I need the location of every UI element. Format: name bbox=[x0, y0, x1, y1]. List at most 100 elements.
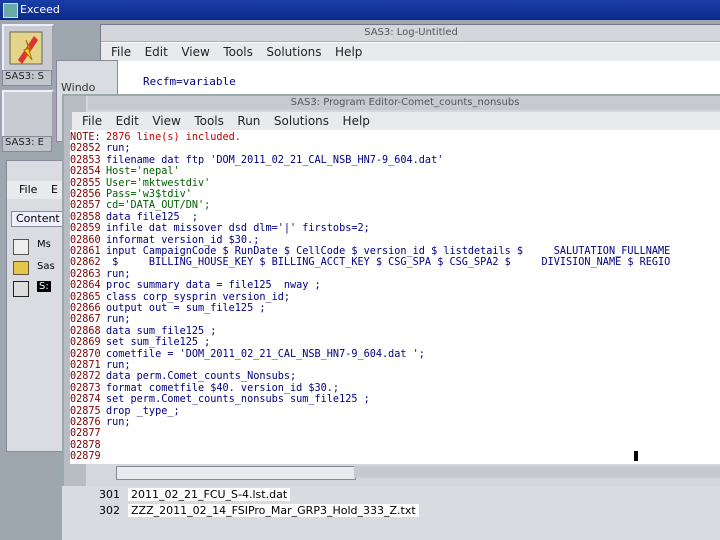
log-menu-file[interactable]: File bbox=[111, 43, 131, 61]
line-number: 02869 bbox=[70, 337, 101, 349]
horizontal-scrollbar-thumb[interactable] bbox=[116, 466, 356, 480]
explorer-menu-file[interactable]: File bbox=[19, 183, 37, 196]
log-menu-view[interactable]: View bbox=[181, 43, 209, 61]
explorer-item-1[interactable]: Ms bbox=[37, 239, 51, 250]
text-cursor bbox=[634, 451, 638, 461]
horizontal-scrollbar-track[interactable] bbox=[354, 466, 720, 478]
program-editor-title[interactable]: SAS3: Program Editor-Comet_counts_nonsub… bbox=[88, 96, 720, 110]
exceed-title-bar: Exceed bbox=[0, 0, 720, 20]
line-number: 02867 bbox=[70, 314, 101, 326]
dock-label-sas3-e[interactable]: SAS3: E bbox=[2, 136, 52, 152]
code-text: 2876 line(s) included. bbox=[106, 132, 241, 143]
code-line[interactable]: 02858 data file125 ; bbox=[70, 212, 198, 223]
code-text: User='mktwestdiv' bbox=[106, 177, 211, 189]
code-line[interactable]: 02874 set perm.Comet_counts_nonsubs sum_f… bbox=[70, 394, 370, 405]
log-line: Recfm=variable bbox=[143, 75, 236, 88]
line-number: 02875 bbox=[70, 405, 101, 417]
code-line[interactable]: 02856 Pass='w3$tdiv' bbox=[70, 189, 192, 200]
code-line[interactable]: 02862 $ BILLING_HOUSE_KEY $ BILLING_ACCT… bbox=[70, 257, 670, 268]
library-icon bbox=[13, 239, 29, 255]
line-number: 02852 bbox=[70, 143, 101, 155]
pe-menu-tools[interactable]: Tools bbox=[194, 112, 224, 130]
code-text: data sum_file125 ; bbox=[106, 325, 217, 337]
code-text: proc summary data = file125 nway ; bbox=[106, 280, 321, 292]
file-list: 301 2011_02_21_FCU_S-4.lst.dat 302 ZZZ_2011… bbox=[62, 486, 720, 540]
sas-window-thumb-icon[interactable] bbox=[2, 90, 54, 142]
code-line[interactable]: 02873 format cometfile $40. version_id $3… bbox=[70, 383, 339, 394]
line-number: 02856 bbox=[70, 189, 101, 200]
code-line[interactable]: 02879 bbox=[70, 451, 106, 462]
code-line[interactable]: 02871 run; bbox=[70, 360, 131, 371]
log-window-title[interactable]: SAS3: Log-Untitled bbox=[101, 25, 720, 42]
pe-menu-view[interactable]: View bbox=[152, 112, 180, 130]
log-menu-edit[interactable]: Edit bbox=[145, 43, 168, 61]
code-editor[interactable]: NOTE: 2876 line(s) included. 02852 run; 0285… bbox=[70, 130, 720, 464]
line-number: 02854 bbox=[70, 166, 101, 178]
dock-label-sas3-s[interactable]: SAS3: S bbox=[2, 70, 52, 86]
code-line[interactable]: 02857 cd='DATA_OUT/DN'; bbox=[70, 200, 210, 211]
code-line[interactable]: 02877 bbox=[70, 428, 106, 439]
code-text: Pass='w3$tdiv' bbox=[106, 189, 192, 200]
background-window-text: Windo bbox=[61, 81, 96, 94]
code-line[interactable]: 02861 input CampaignCode $ RunDate $ Cell… bbox=[70, 246, 670, 257]
line-number: 02863 bbox=[70, 268, 101, 280]
line-number: 02879 bbox=[70, 451, 101, 463]
code-text: set perm.Comet_counts_nonsubs sum_file12… bbox=[106, 394, 370, 406]
log-menu-help[interactable]: Help bbox=[335, 43, 362, 61]
sas-launcher-icon[interactable] bbox=[2, 24, 54, 76]
code-line[interactable]: 02868 data sum_file125 ; bbox=[70, 326, 216, 337]
list-item[interactable]: 302 ZZZ_2011_02_14_FSIPro_Mar_GRP3_Hold_3… bbox=[62, 504, 720, 520]
line-number: 02862 bbox=[70, 257, 101, 269]
code-text: run; bbox=[106, 314, 131, 326]
code-line[interactable]: 02860 informat version_id $30.; bbox=[70, 235, 259, 246]
code-line[interactable]: 02865 class corp_sysprin version_id; bbox=[70, 292, 290, 303]
list-item-value: 2011_02_21_FCU_S-4.lst.dat bbox=[128, 488, 291, 501]
code-line[interactable]: 02863 run; bbox=[70, 269, 131, 280]
code-line[interactable]: 02872 data perm.Comet_counts_Nonsubs; bbox=[70, 371, 296, 382]
code-line[interactable]: 02875 drop _type_; bbox=[70, 406, 180, 417]
code-text: run; bbox=[106, 417, 131, 428]
code-text: output out = sum_file125 ; bbox=[106, 303, 266, 314]
code-line[interactable]: 02869 set sum_file125 ; bbox=[70, 337, 210, 348]
explorer-item-3[interactable]: S: bbox=[37, 281, 51, 292]
code-line[interactable]: 02855 User='mktwestdiv' bbox=[70, 178, 210, 189]
code-text: run; bbox=[106, 268, 131, 280]
list-item-number: 301 bbox=[99, 488, 120, 501]
log-menu-solutions[interactable]: Solutions bbox=[266, 43, 321, 61]
code-text: input CampaignCode $ RunDate $ CellCode … bbox=[106, 246, 671, 257]
line-number: 02877 bbox=[70, 428, 101, 440]
pe-menu-help[interactable]: Help bbox=[343, 112, 370, 130]
code-line[interactable]: 02876 run; bbox=[70, 417, 131, 428]
program-editor-window[interactable]: SAS3: Program Editor-Comet_counts_nonsub… bbox=[62, 94, 720, 498]
code-line[interactable]: 02859 infile dat missover dsd dlm='|' fir… bbox=[70, 223, 370, 234]
code-text: filename dat ftp 'DOM_2011_02_21_CAL_NSB… bbox=[106, 154, 444, 166]
code-line[interactable]: 02854 Host='nepal' bbox=[70, 166, 180, 177]
code-line[interactable]: 02866 output out = sum_file125 ; bbox=[70, 303, 265, 314]
code-line[interactable]: NOTE: 2876 line(s) included. bbox=[70, 132, 241, 143]
list-item[interactable]: 301 2011_02_21_FCU_S-4.lst.dat bbox=[62, 488, 720, 504]
line-number: 02865 bbox=[70, 291, 101, 303]
log-menu-tools[interactable]: Tools bbox=[223, 43, 253, 61]
code-line[interactable]: 02853 filename dat ftp 'DOM_2011_02_21_CA… bbox=[70, 155, 443, 166]
pe-menu-edit[interactable]: Edit bbox=[116, 112, 139, 130]
line-number: 02870 bbox=[70, 348, 101, 360]
pe-menu-file[interactable]: File bbox=[82, 112, 102, 130]
explorer-item-2[interactable]: Sas bbox=[37, 261, 55, 272]
code-line[interactable]: 02852 run; bbox=[70, 143, 131, 154]
line-number: 02871 bbox=[70, 360, 101, 371]
pe-menu-solutions[interactable]: Solutions bbox=[274, 112, 329, 130]
line-number: NOTE: bbox=[70, 132, 101, 143]
pe-menu-run[interactable]: Run bbox=[237, 112, 260, 130]
code-line[interactable]: 02867 run; bbox=[70, 314, 131, 325]
code-text: data perm.Comet_counts_Nonsubs; bbox=[106, 371, 297, 383]
explorer-menu-edit[interactable]: E bbox=[51, 183, 58, 196]
pencil-lightning-icon bbox=[9, 31, 43, 65]
code-line[interactable]: 02870 cometfile = 'DOM_2011_02_21_CAL_NSB… bbox=[70, 349, 425, 360]
code-line[interactable]: 02864 proc summary data = file125 nway ; bbox=[70, 280, 321, 291]
code-text: $ BILLING_HOUSE_KEY $ BILLING_ACCT_KEY $… bbox=[106, 257, 671, 269]
exceed-app-icon bbox=[3, 3, 18, 18]
line-number: 02860 bbox=[70, 234, 101, 246]
code-line[interactable]: 02878 bbox=[70, 440, 106, 451]
code-text: set sum_file125 ; bbox=[106, 337, 211, 349]
line-number: 02864 bbox=[70, 280, 101, 292]
